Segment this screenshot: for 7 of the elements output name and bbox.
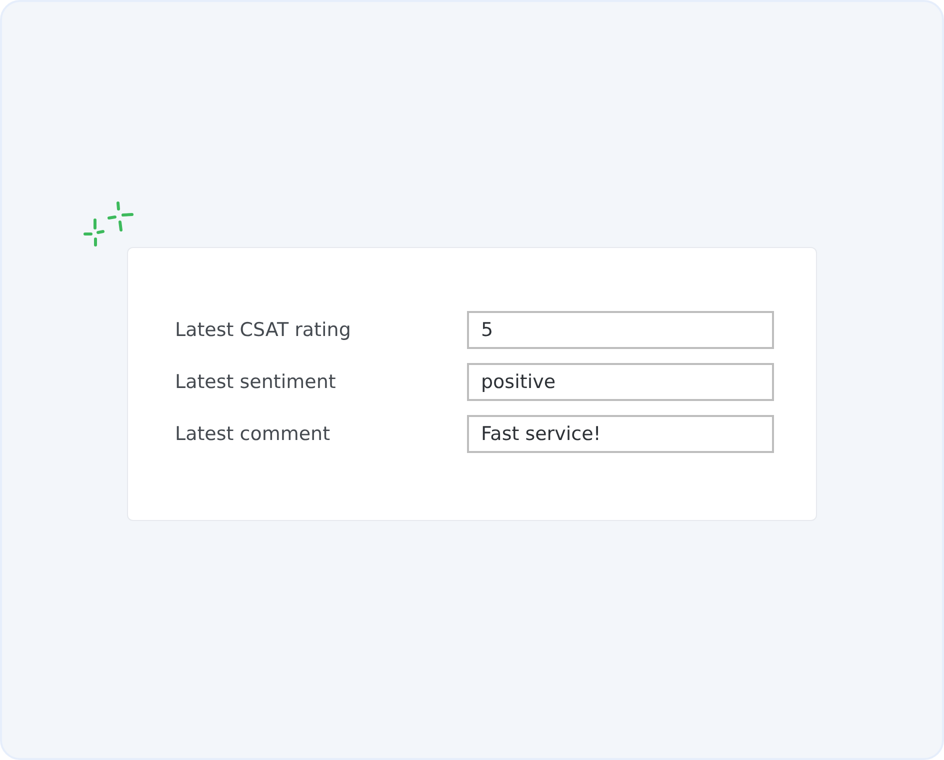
input-field[interactable]: Fast service! [467, 415, 774, 453]
input-field[interactable]: 5 [467, 311, 774, 349]
field-label: Latest comment [175, 423, 330, 445]
field-label: Latest CSAT rating [175, 319, 351, 341]
field-label: Latest sentiment [175, 371, 336, 393]
sparkle-icon [82, 199, 136, 247]
input-field[interactable]: positive [467, 363, 774, 401]
